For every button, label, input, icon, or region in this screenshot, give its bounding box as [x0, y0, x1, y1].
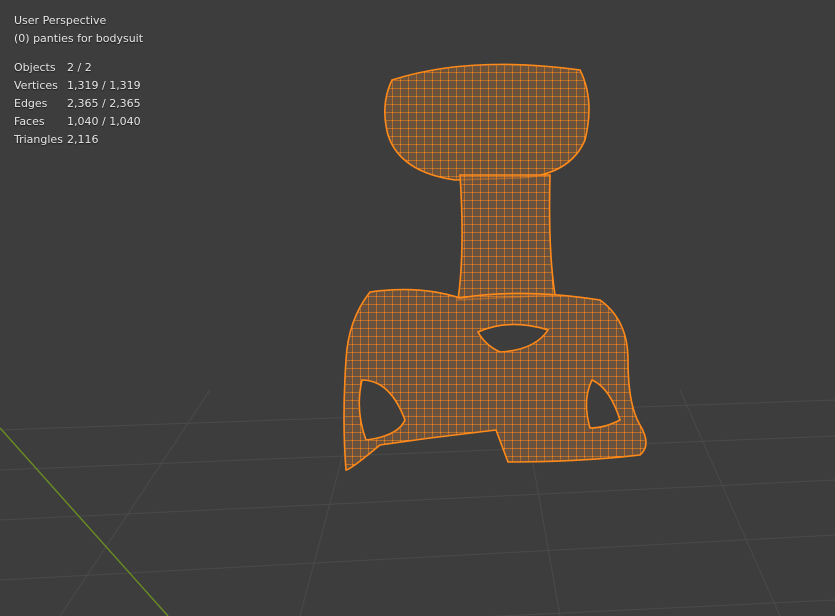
stat-value: 1,319 / 1,319 [67, 79, 141, 92]
stat-row-vertices: Vertices 1,319 / 1,319 [14, 77, 143, 95]
stat-label: Objects [14, 61, 56, 74]
stat-value: 1,040 / 1,040 [67, 115, 141, 128]
stat-label: Triangles [14, 133, 63, 146]
stat-row-objects: Objects 2 / 2 [14, 59, 143, 77]
stat-label: Faces [14, 115, 45, 128]
stat-row-edges: Edges 2,365 / 2,365 [14, 95, 143, 113]
stat-value: 2,365 / 2,365 [67, 97, 141, 110]
3d-viewport[interactable]: User Perspective (0) panties for bodysui… [0, 0, 835, 616]
stat-label: Edges [14, 97, 48, 110]
stat-label: Vertices [14, 79, 58, 92]
viewport-info-overlay: User Perspective (0) panties for bodysui… [14, 12, 143, 149]
stat-row-triangles: Triangles 2,116 [14, 131, 143, 149]
stat-row-faces: Faces 1,040 / 1,040 [14, 113, 143, 131]
object-label: (0) panties for bodysuit [14, 32, 144, 45]
view-name-label: User Perspective [14, 14, 107, 27]
stat-value: 2 / 2 [67, 61, 92, 74]
stat-value: 2,116 [67, 133, 99, 146]
